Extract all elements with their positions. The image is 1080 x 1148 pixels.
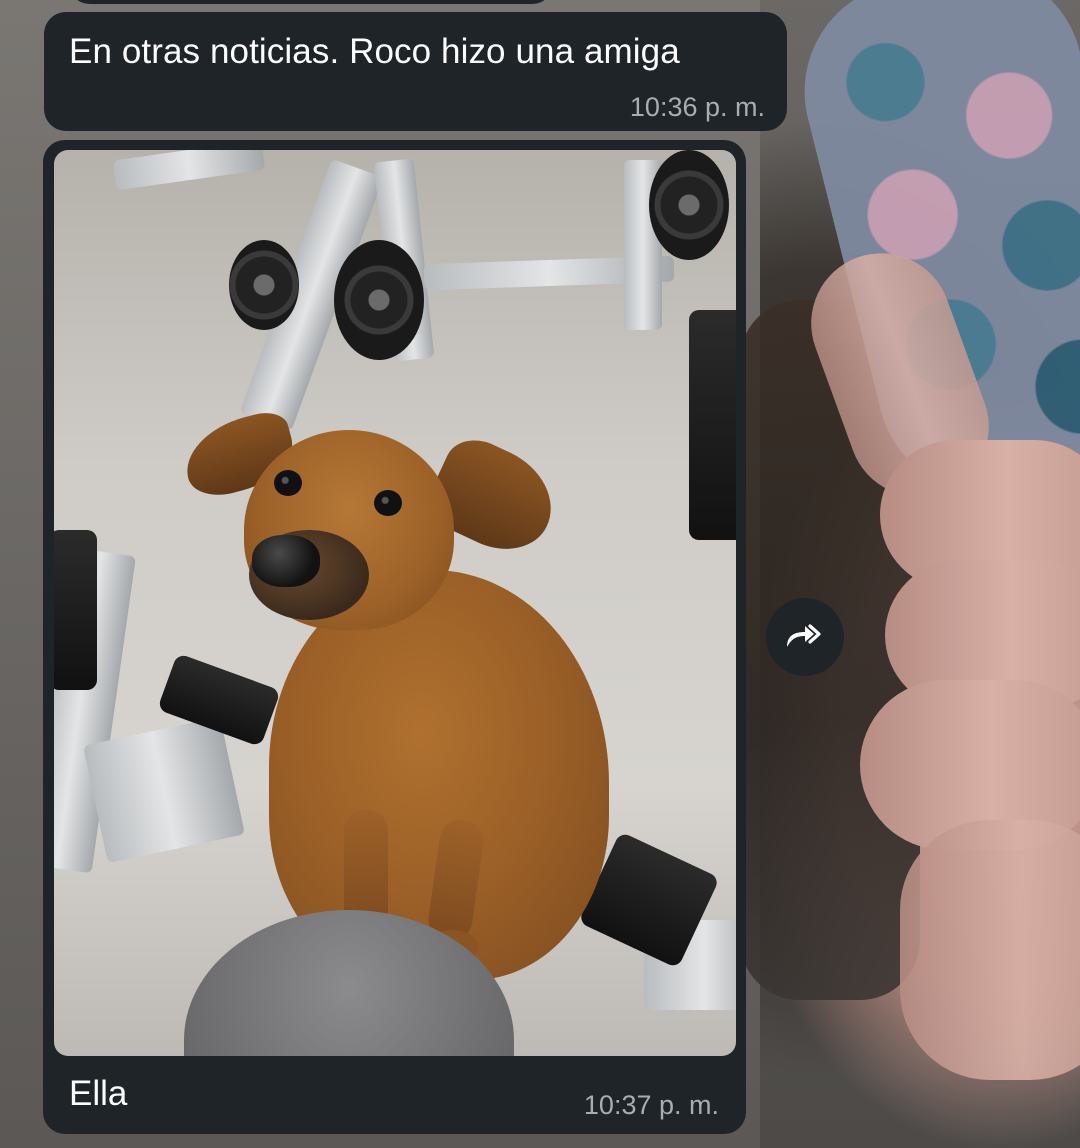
message-timestamp: 10:37 p. m. <box>583 1090 719 1120</box>
dog-eye <box>374 490 402 516</box>
bench-pad <box>689 310 736 540</box>
weight-plate <box>334 240 424 360</box>
weight-plate <box>649 150 729 260</box>
forward-button[interactable] <box>766 598 844 676</box>
dog-nose <box>252 535 320 587</box>
gym-machine-frame <box>112 150 266 191</box>
previous-message-bubble-edge[interactable] <box>68 0 554 4</box>
wallpaper-finger <box>900 820 1080 1080</box>
weight-plate <box>229 240 299 330</box>
message-text: En otras noticias. Roco hizo una amiga <box>69 32 680 71</box>
message-photo[interactable] <box>54 150 736 1056</box>
double-share-arrow-icon <box>787 624 821 647</box>
bench-pad <box>54 530 97 690</box>
dog-eye <box>274 470 302 496</box>
message-timestamp: 10:36 p. m. <box>629 92 765 122</box>
photo-caption: Ella <box>69 1074 128 1113</box>
message-bubble-photo[interactable]: Ella 10:37 p. m. <box>43 140 746 1134</box>
message-bubble-text[interactable]: En otras noticias. Roco hizo una amiga 1… <box>44 12 787 131</box>
